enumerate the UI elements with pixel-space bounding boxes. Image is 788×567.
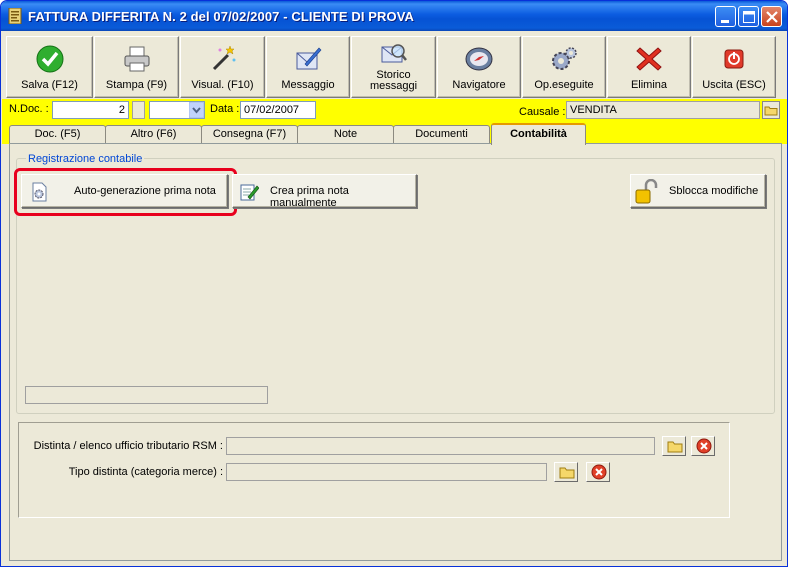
checkmark-icon bbox=[36, 45, 63, 73]
tipo-distinta-browse-button[interactable] bbox=[554, 462, 578, 482]
causale-browse-button[interactable] bbox=[762, 101, 780, 119]
title-bar[interactable]: FATTURA DIFFERITA N. 2 del 07/02/2007 - … bbox=[1, 1, 787, 31]
minimize-icon bbox=[721, 20, 729, 23]
power-icon bbox=[724, 49, 744, 69]
close-button[interactable] bbox=[761, 6, 782, 27]
unlock-button[interactable]: Sblocca modifiche bbox=[630, 174, 766, 208]
magic-wand-icon bbox=[212, 45, 235, 71]
distinta-label: Distinta / elenco ufficio tributario RSM… bbox=[33, 440, 223, 452]
navigator-label: Navigatore bbox=[452, 79, 506, 91]
main-window: FATTURA DIFFERITA N. 2 del 07/02/2007 - … bbox=[0, 0, 788, 567]
executed-ops-button[interactable]: Op.eseguite bbox=[522, 36, 606, 98]
view-label: Visual. (F10) bbox=[191, 79, 254, 91]
series-dropdown[interactable] bbox=[149, 101, 205, 119]
message-history-label: Storico messaggi bbox=[369, 69, 418, 92]
manual-entry-button[interactable]: Crea prima nota manualmente bbox=[232, 174, 417, 209]
view-button[interactable]: Visual. (F10) bbox=[180, 36, 265, 98]
tab-contabilita[interactable]: Contabilità bbox=[491, 123, 586, 145]
unlock-padlock-icon bbox=[635, 179, 658, 204]
print-button[interactable]: Stampa (F9) bbox=[94, 36, 179, 98]
save-label: Salva (F12) bbox=[21, 79, 78, 91]
executed-ops-label: Op.eseguite bbox=[534, 79, 594, 91]
tab-documenti[interactable]: Documenti bbox=[393, 125, 490, 144]
tipo-distinta-clear-button[interactable] bbox=[586, 462, 610, 482]
window-title: FATTURA DIFFERITA N. 2 del 07/02/2007 - … bbox=[28, 9, 415, 24]
close-icon bbox=[766, 11, 778, 23]
exit-button[interactable]: Uscita (ESC) bbox=[692, 36, 776, 98]
folder-icon bbox=[762, 101, 780, 119]
date-label: Data : bbox=[210, 103, 240, 115]
save-button[interactable]: Salva (F12) bbox=[6, 36, 93, 98]
causale-input[interactable]: VENDITA bbox=[566, 101, 760, 119]
maximize-button[interactable] bbox=[738, 6, 759, 27]
edit-document-icon bbox=[240, 184, 259, 201]
unlock-label: Sblocca modifiche bbox=[669, 185, 759, 197]
maximize-icon bbox=[743, 11, 755, 23]
tab-altro[interactable]: Altro (F6) bbox=[105, 125, 202, 144]
distinta-input[interactable] bbox=[226, 437, 655, 455]
clear-x-icon bbox=[696, 438, 712, 454]
minimize-button[interactable] bbox=[715, 6, 736, 27]
tipo-distinta-label: Tipo distinta (categoria merce) : bbox=[68, 466, 223, 478]
highlight-frame bbox=[14, 168, 237, 216]
progress-bar bbox=[25, 386, 268, 404]
registrazione-group-title: Registrazione contabile bbox=[26, 153, 145, 165]
tab-note[interactable]: Note bbox=[297, 125, 394, 144]
tab-consegna[interactable]: Consegna (F7) bbox=[201, 125, 298, 144]
tipo-distinta-input[interactable] bbox=[226, 463, 547, 481]
clear-x-icon bbox=[591, 464, 607, 480]
navigator-button[interactable]: Navigatore bbox=[437, 36, 521, 98]
message-label: Messaggio bbox=[281, 79, 335, 91]
printer-icon bbox=[124, 46, 149, 72]
folder-icon bbox=[559, 467, 575, 479]
distinta-clear-button[interactable] bbox=[691, 436, 715, 456]
causale-label: Causale : bbox=[519, 106, 566, 118]
gears-icon bbox=[552, 47, 577, 70]
manual-entry-label: Crea prima nota manualmente bbox=[270, 185, 349, 209]
message-pen-icon bbox=[296, 47, 322, 70]
message-history-button[interactable]: Storico messaggi bbox=[351, 36, 436, 98]
date-input[interactable]: 07/02/2007 bbox=[240, 101, 316, 119]
tab-doc[interactable]: Doc. (F5) bbox=[9, 125, 106, 144]
search-message-icon bbox=[381, 44, 407, 63]
delete-button[interactable]: Elimina bbox=[607, 36, 691, 98]
delete-x-icon bbox=[636, 47, 662, 71]
chevron-down-icon bbox=[189, 102, 204, 118]
print-label: Stampa (F9) bbox=[105, 79, 168, 91]
main-toolbar: Salva (F12) Stampa (F9) Visual. (F10) Me… bbox=[6, 36, 782, 99]
ndoc-label: N.Doc. : bbox=[9, 103, 49, 115]
document-app-icon bbox=[8, 8, 22, 24]
delete-label: Elimina bbox=[630, 79, 668, 91]
distinta-browse-button[interactable] bbox=[662, 436, 686, 456]
compass-icon bbox=[465, 47, 493, 71]
ndoc-input[interactable]: 2 bbox=[52, 101, 129, 119]
folder-icon bbox=[667, 441, 683, 453]
message-button[interactable]: Messaggio bbox=[266, 36, 350, 98]
exit-label: Uscita (ESC) bbox=[702, 79, 766, 91]
ndoc-suffix-button[interactable] bbox=[132, 101, 145, 119]
